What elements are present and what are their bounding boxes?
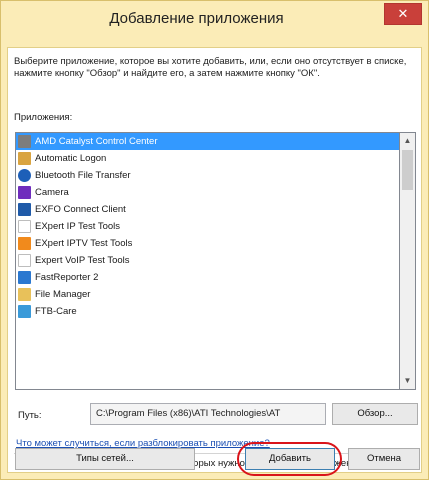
list-item-label: EXpert IP Test Tools: [35, 221, 121, 232]
list-item-file-manager[interactable]: File Manager: [16, 286, 399, 303]
scroll-up-arrow-icon[interactable]: ▲: [400, 133, 415, 149]
ftb-care-icon: [18, 305, 31, 318]
list-item-label: Bluetooth File Transfer: [35, 170, 131, 181]
cancel-button[interactable]: Отмена: [348, 448, 420, 470]
list-item-label: Expert VoIP Test Tools: [35, 255, 130, 266]
network-types-button[interactable]: Типы сетей...: [15, 448, 195, 470]
list-item-label: File Manager: [35, 289, 91, 300]
iptv-icon: [18, 237, 31, 250]
list-item-camera[interactable]: Camera: [16, 184, 399, 201]
scroll-down-arrow-icon[interactable]: ▼: [400, 373, 415, 389]
list-item-label: AMD Catalyst Control Center: [35, 136, 158, 147]
path-field[interactable]: C:\Program Files (x86)\ATI Technologies\…: [90, 403, 326, 425]
list-item-label: FastReporter 2: [35, 272, 99, 283]
list-item-expert-voip[interactable]: Expert VoIP Test Tools: [16, 252, 399, 269]
list-scrollbar[interactable]: ▲ ▼: [400, 132, 416, 390]
bluetooth-icon: [18, 169, 31, 182]
exfo-icon: [18, 203, 31, 216]
apps-list[interactable]: AMD Catalyst Control Center Automatic Lo…: [15, 132, 400, 390]
camera-icon: [18, 186, 31, 199]
list-item-label: FTB-Care: [35, 306, 77, 317]
document-icon: [18, 220, 31, 233]
list-item-label: Camera: [35, 187, 69, 198]
list-item-fastreporter[interactable]: FastReporter 2: [16, 269, 399, 286]
list-item-ftb-care[interactable]: FTB-Care: [16, 303, 399, 320]
scroll-thumb[interactable]: [402, 150, 413, 190]
list-item-expert-ip[interactable]: EXpert IP Test Tools: [16, 218, 399, 235]
add-button[interactable]: Добавить: [245, 448, 335, 470]
list-item-exfo-connect[interactable]: EXFO Connect Client: [16, 201, 399, 218]
dialog-body: Выберите приложение, которое вы хотите д…: [7, 47, 422, 473]
users-icon: [18, 152, 31, 165]
list-item-label: EXFO Connect Client: [35, 204, 126, 215]
browse-button[interactable]: Обзор...: [332, 403, 418, 425]
add-app-dialog: Добавление приложения ✕ Выберите приложе…: [0, 0, 429, 480]
list-item-expert-iptv[interactable]: EXpert IPTV Test Tools: [16, 235, 399, 252]
list-item-label: EXpert IPTV Test Tools: [35, 238, 133, 249]
list-item-amd-catalyst[interactable]: AMD Catalyst Control Center: [16, 133, 399, 150]
apps-label: Приложения:: [14, 112, 73, 123]
dialog-title: Добавление приложения: [109, 10, 284, 27]
list-item-bluetooth[interactable]: Bluetooth File Transfer: [16, 167, 399, 184]
list-item-automatic-logon[interactable]: Automatic Logon: [16, 150, 399, 167]
title-bar[interactable]: Добавление приложения ✕: [1, 1, 428, 35]
instructions-text: Выберите приложение, которое вы хотите д…: [14, 56, 407, 79]
close-button[interactable]: ✕: [384, 3, 422, 25]
document-icon: [18, 254, 31, 267]
list-item-label: Automatic Logon: [35, 153, 107, 164]
fastreporter-icon: [18, 271, 31, 284]
amd-catalyst-icon: [18, 135, 31, 148]
path-label: Путь:: [18, 410, 42, 421]
folder-icon: [18, 288, 31, 301]
